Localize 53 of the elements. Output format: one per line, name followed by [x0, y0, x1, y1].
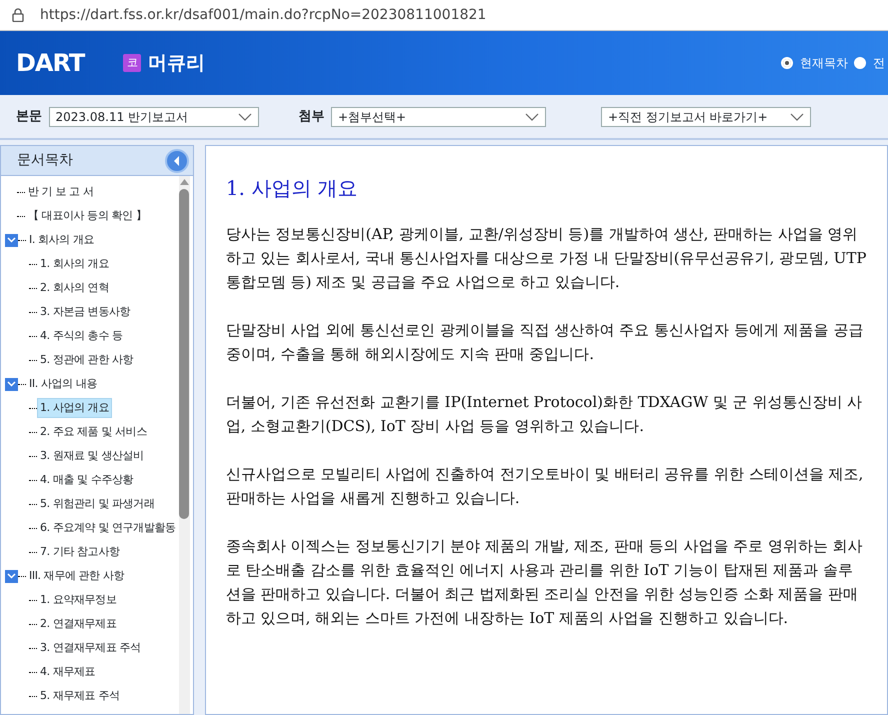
body-paragraph: 단말장비 사업 외에 통신선로인 광케이블을 직접 생산하여 주요 통신사업자 등에게 제품을 공급 중이며, 수출을 통해 해외시장에도 지속 판매 중입니다.: [226, 320, 864, 365]
dart-logo[interactable]: DART: [16, 49, 84, 77]
tree-item[interactable]: I. 회사의 개요: [26, 230, 98, 250]
tree-item[interactable]: 【 대표이사 등의 확인 】: [25, 206, 150, 226]
tree-item[interactable]: 1. 사업의 개요: [37, 398, 112, 418]
url-text[interactable]: https://dart.fss.or.kr/dsaf001/main.do?rcpNo=20230811001821: [40, 4, 486, 26]
radio-label: 현재목차: [800, 55, 848, 72]
chevron-down-icon: [525, 112, 539, 120]
company-badge: 코: [123, 54, 142, 72]
scroll-up-icon[interactable]: [180, 179, 189, 186]
tree-item[interactable]: 5. 정관에 관한 사항: [37, 350, 136, 370]
company-name: 머큐리: [148, 50, 205, 76]
tree-item[interactable]: II. 사업의 내용: [26, 374, 100, 394]
tree-item[interactable]: 4. 매출 및 수주상황: [37, 470, 136, 490]
tree-item[interactable]: 7. 기타 참고사항: [37, 542, 122, 562]
tree-item[interactable]: 4. 재무제표: [37, 662, 98, 682]
toggle-icon[interactable]: [5, 234, 18, 246]
section-heading: 1. 사업의 개요: [226, 176, 359, 200]
radio-button[interactable]: [781, 57, 794, 69]
select-label: 첨부: [298, 108, 324, 126]
chevron-down-icon: [238, 112, 252, 120]
tree-item[interactable]: III. 재무에 관한 사항: [26, 566, 128, 586]
select-field[interactable]: +직전 정기보고서 바로가기+: [601, 106, 811, 126]
body-paragraph: 당사는 정보통신장비(AP, 광케이블, 교환/위성장비 등)를 개발하여 생산, 판매하는 사업을 영위하고 있는 회사로서, 국내 통신사업자를 대상으로 가정 내 단말장비(유무선공유기, 광모뎀, UTP통합모뎀 등) 제조 및 공급을 주요 사업으로 하고 있습니다.: [226, 224, 867, 293]
body-paragraph: 더불어, 기존 유선전화 교환기를 IP(Internet Protocol)화한 TDXAGW 및 군 위성통신장비 사업, 소형교환기(DCS), IoT 장비 사업 등을 영위하고 있습니다.: [226, 392, 864, 437]
tree-item[interactable]: 1. 회사의 개요: [37, 254, 112, 274]
tree-item[interactable]: 3. 연결재무제표 주석: [37, 638, 144, 658]
caret-left-icon: [172, 156, 181, 166]
chevron-down-icon: [790, 112, 804, 120]
select-label: 본문: [16, 108, 42, 126]
tree-item[interactable]: 4. 주식의 총수 등: [37, 326, 126, 346]
tree-item[interactable]: 5. 위험관리 및 파생거래: [37, 494, 158, 514]
tree-item[interactable]: 3. 자본금 변동사항: [37, 302, 134, 322]
select-field[interactable]: +첨부선택+: [331, 106, 546, 126]
tree-item[interactable]: 2. 회사의 연혁: [37, 278, 112, 298]
body-paragraph: 종속회사 이젝스는 정보통신기기 분야 제품의 개발, 제조, 판매 등의 사업을 주로 영위하는 회사로 탄소배출 감소를 위한 효율적인 에너지 사용과 관리를 위한 IoT 기능이 탑재된 제품과 솔루션을 판매하고 있습니다. 더불어 최근 법제화된 조리실 안전을 위한 성능인증 소화 제품을 판매하고 있으며, 해외는 스마트 가전에 내장하는 IoT 제품의 사업을 진행하고 있습니다.: [226, 536, 864, 629]
tree-item[interactable]: 1. 요약재무정보: [37, 590, 120, 610]
collapse-button[interactable]: [164, 148, 189, 172]
tree-item[interactable]: 3. 원재료 및 생산설비: [37, 446, 147, 466]
toggle-icon[interactable]: [5, 570, 18, 582]
radio-label: 전: [872, 55, 885, 72]
scrollbar[interactable]: [178, 176, 190, 714]
radio-button[interactable]: [854, 57, 866, 69]
tree-item[interactable]: 6. 주요계약 및 연구개발활동: [37, 518, 179, 538]
tree-item[interactable]: 5. 재무제표 주석: [37, 686, 122, 706]
sidebar-title: 문서목차: [17, 151, 73, 170]
body-paragraph: 신규사업으로 모빌리티 사업에 진출하여 전기오토바이 및 배터리 공유를 위한 스테이션을 제조, 판매하는 사업을 새롭게 진행하고 있습니다.: [226, 464, 864, 509]
tree-item[interactable]: 반 기 보 고 서: [25, 182, 96, 202]
toggle-icon[interactable]: [5, 378, 18, 390]
select-field[interactable]: 2023.08.11 반기보고서: [48, 106, 258, 126]
tree-item[interactable]: 2. 주요 제품 및 서비스: [37, 422, 150, 442]
lock-icon: [12, 8, 24, 22]
tree-item[interactable]: 2. 연결재무제표: [37, 614, 120, 634]
